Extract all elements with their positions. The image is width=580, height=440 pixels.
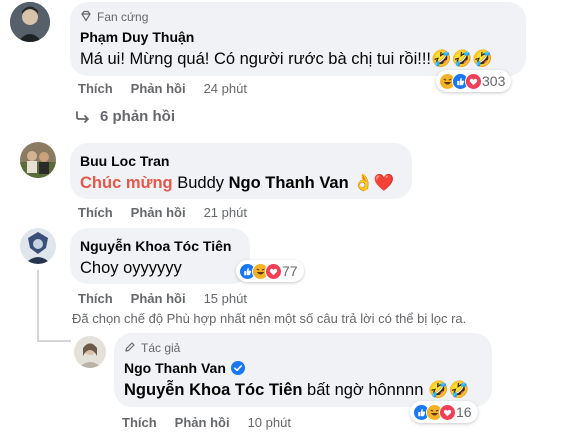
like-button[interactable]: Thích: [78, 205, 113, 220]
reply-button[interactable]: Phản hồi: [175, 415, 230, 430]
comment-text-part: Buddy: [172, 174, 229, 192]
timestamp[interactable]: 21 phút: [204, 205, 247, 220]
reply-button[interactable]: Phản hồi: [131, 205, 186, 220]
comment-emoji: 👌❤️: [348, 174, 395, 192]
comment-text: Má ui! Mừng quá! Có người rước bà chị tu…: [80, 50, 493, 68]
comment-text: Nguyễn Khoa Tóc Tiên bất ngờ hônnnn 🤣🤣: [124, 379, 469, 401]
highlighted-text: Chúc mừng: [80, 174, 173, 192]
avatar[interactable]: [20, 228, 56, 264]
view-replies-label: 6 phản hồi: [100, 108, 175, 125]
reply-button[interactable]: Phản hồi: [131, 81, 186, 96]
reply-author-row: Ngo Thanh Van: [124, 359, 245, 377]
comment-author[interactable]: Buu Loc Tran: [80, 152, 169, 170]
comment-actions: Thích Phản hồi 15 phút: [78, 291, 247, 306]
reaction-summary[interactable]: 16: [410, 401, 478, 423]
pencil-icon: [124, 341, 136, 356]
timestamp[interactable]: 24 phút: [204, 81, 247, 96]
timestamp[interactable]: 15 phút: [204, 291, 247, 306]
diamond-icon: [80, 10, 92, 25]
reply-bubble: Tác giả Ngo Thanh Van Nguyễn Khoa Tóc Ti…: [114, 333, 492, 407]
fan-badge: Fan cứng: [80, 9, 148, 25]
like-button[interactable]: Thích: [78, 291, 113, 306]
comment-bubble: Buu Loc Tran Chúc mừng Buddy Ngo Thanh V…: [70, 143, 412, 199]
view-replies-link[interactable]: 6 phản hồi: [76, 108, 175, 125]
love-icon: [465, 72, 482, 90]
reaction-summary[interactable]: 77: [236, 260, 304, 282]
love-icon: [265, 262, 282, 280]
verified-icon: [230, 361, 245, 375]
comment-text: Choy oyyyyyy: [80, 259, 182, 277]
comment-author[interactable]: Nguyễn Khoa Tóc Tiên: [80, 237, 231, 255]
comment-text-part: bất ngờ hônnnn 🤣🤣: [302, 381, 470, 399]
thread-connector: [37, 340, 71, 342]
filter-notice: Đã chọn chế độ Phù hợp nhất nên một số c…: [72, 311, 467, 326]
comment-bubble: Fan cứng Phạm Duy Thuận Má ui! Mừng quá!…: [70, 2, 526, 76]
avatar[interactable]: [10, 2, 50, 42]
comment-bubble: Nguyễn Khoa Tóc Tiên Choy oyyyyyy: [70, 228, 250, 284]
reaction-count: 303: [482, 73, 506, 89]
comment-actions: Thích Phản hồi 21 phút: [78, 205, 247, 220]
comment-actions: Thích Phản hồi 24 phút: [78, 81, 247, 96]
thread-connector: [37, 270, 39, 342]
reply-arrow-icon: [76, 110, 90, 123]
like-button[interactable]: Thích: [122, 415, 157, 430]
reaction-count: 16: [456, 404, 472, 420]
comment-actions: Thích Phản hồi 10 phút: [122, 415, 291, 430]
timestamp[interactable]: 10 phút: [248, 415, 291, 430]
comment-text: Chúc mừng Buddy Ngo Thanh Van 👌❤️: [80, 172, 394, 194]
love-icon: [439, 403, 456, 421]
avatar[interactable]: [74, 336, 106, 368]
reaction-summary[interactable]: 303: [436, 70, 512, 92]
comment-author[interactable]: Phạm Duy Thuận: [80, 28, 194, 46]
badge-label: Tác giả: [141, 341, 181, 355]
avatar[interactable]: [20, 142, 56, 178]
like-button[interactable]: Thích: [78, 81, 113, 96]
mention-link[interactable]: Nguyễn Khoa Tóc Tiên: [124, 381, 302, 399]
badge-label: Fan cứng: [97, 10, 149, 24]
reply-button[interactable]: Phản hồi: [131, 291, 186, 306]
author-badge: Tác giả: [124, 340, 180, 356]
mention-link[interactable]: Ngo Thanh Van: [229, 174, 349, 192]
comment-author[interactable]: Ngo Thanh Van: [124, 359, 226, 377]
reaction-count: 77: [282, 263, 298, 279]
